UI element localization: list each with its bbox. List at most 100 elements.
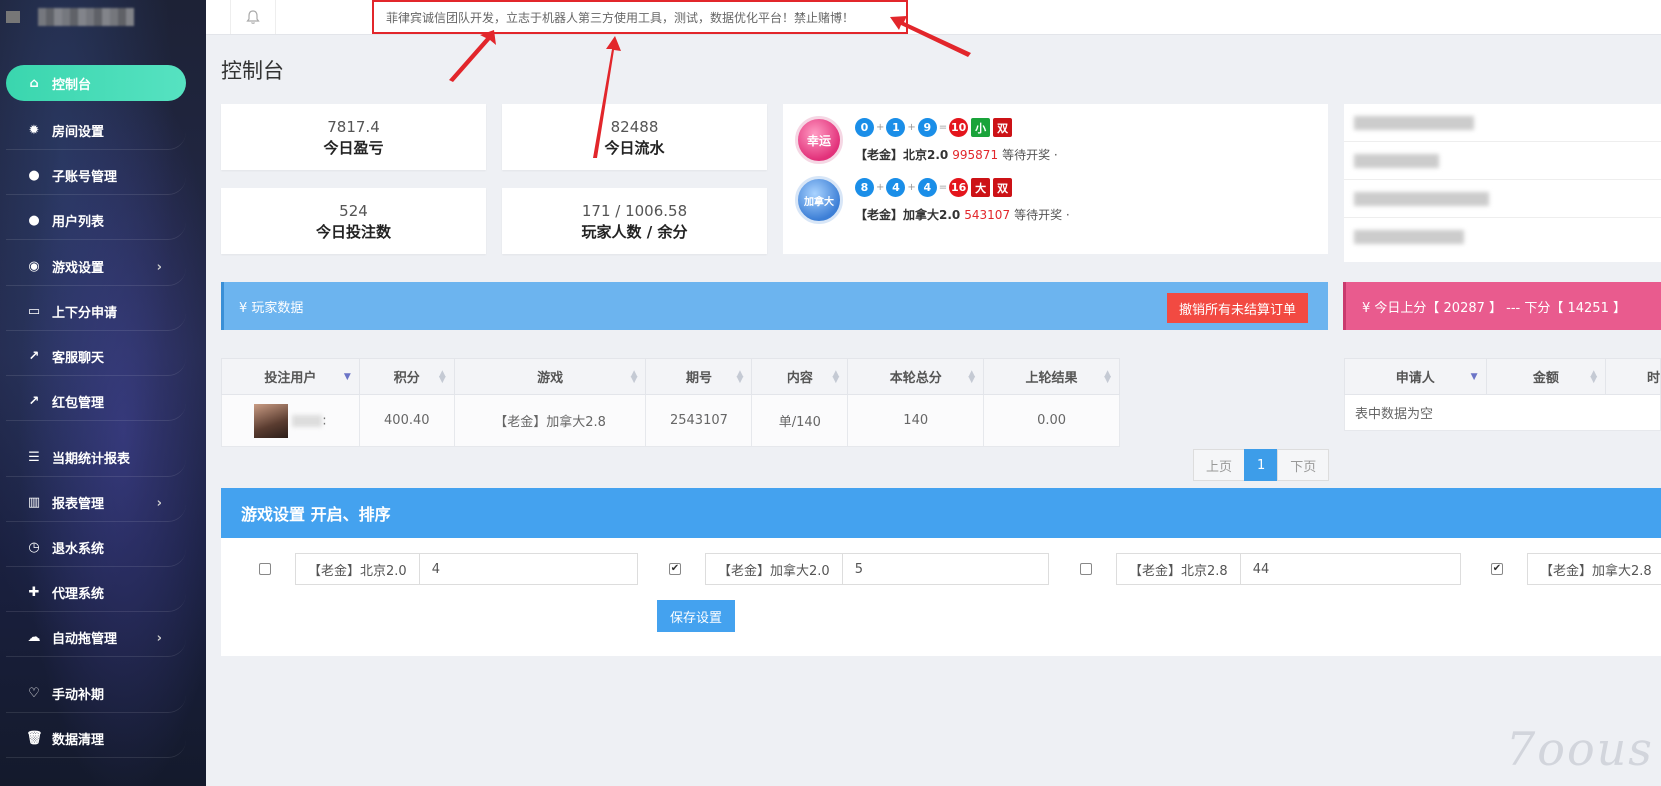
sidebar-item-label: 房间设置 [52,125,105,140]
sidebar-item-dashboard[interactable]: ⌂ 控制台 [6,65,186,101]
stat-value: 171 / 1006.58 [581,202,688,220]
sidebar-item-agents[interactable]: ✚ 代理系统 [6,574,186,612]
player-data-header: ¥ 玩家数据 撤销所有未结算订单 [221,282,1328,330]
sidebar-item-room-settings[interactable]: ✹ 房间设置 [6,112,186,150]
result-sum: 16 [949,178,969,197]
lottery-balls: 8 + 4 + 4 = 16 大 双 [855,178,1013,197]
column-header[interactable]: 积分 ▲ ▼ [358,358,455,395]
stat-value: 7817.4 [327,118,380,136]
lottery-name: 【老金】加拿大2.0 [855,208,961,222]
sort-icon: ▲ ▼ [736,369,744,385]
top-bar: 菲律宾诚信团队开发，立志于机器人第三方使用工具，测试，数据优化平台！禁止赌博！ [206,0,1661,35]
sidebar-item-user-list[interactable]: ● 用户列表 [6,202,186,240]
game-settings-header: 游戏设置 开启、排序 [221,488,1661,538]
table-row[interactable]: : 400.40 【老金】加拿大2.8 2543107 单/140 140 0.… [221,394,1120,447]
avatar [254,403,289,438]
enable-checkbox[interactable] [259,563,271,575]
sort-icon: ▲ ▼ [832,369,840,385]
cancel-unsettled-orders-button[interactable]: 撤销所有未结算订单 [1166,293,1308,323]
save-settings-button[interactable]: 保存设置 [657,600,735,632]
sort-icon: ▲ ▼ [630,369,638,385]
column-header[interactable]: 上轮结果 ▲ ▼ [983,358,1120,395]
sort-order-input[interactable]: 44 [1240,553,1461,585]
sidebar-item-label: 子账号管理 [52,170,118,185]
sidebar-item-data-cleanup[interactable]: 🗑 数据清理 [6,720,186,758]
stat-today-bets: 524 今日投注数 [221,188,486,254]
panel-title: ¥ 今日上分【 20287 】 --- 下分【 14251 】 [1362,300,1626,316]
sidebar-item-updown-requests[interactable]: ▭ 上下分申请 [6,293,186,331]
sidebar-item-subaccounts[interactable]: ● 子账号管理 [6,157,186,195]
game-name: 【老金】加拿大2.0 [705,553,843,585]
lottery-row: 幸运 0 + 1 + 9 = 10 小 双 【老金】北京2.0 995871 等待开… [795,116,1315,168]
empty-row: 表中数据为空 [1344,394,1661,431]
red-arrow-annotation [449,30,496,82]
notice-banner: 菲律宾诚信团队开发，立志于机器人第三方使用工具，测试，数据优化平台！禁止赌博！ [372,0,908,34]
plus-sign: + [876,182,885,193]
player-data-table: 投注用户 ▼ 积分 ▲ ▼ 游戏 ▲ ▼ 期号 ▲ ▼ 内容 ▲ ▼ 本轮总分 ▲ ▼ 上轮结果 ▲ ▼ … [221,358,1120,447]
game-name: 【老金】加拿大2.8 [1527,553,1661,585]
column-header[interactable]: 游戏 ▲ ▼ [453,358,647,395]
stat-label: 今日盈亏 [323,139,384,157]
watermark-logo: 7oous [1506,722,1654,776]
logo-text-blurred [38,8,134,26]
result-ball: 0 [855,118,874,137]
column-header[interactable]: 本轮总分 ▲ ▼ [847,358,985,395]
pagination: 上页 1 下页 [1193,449,1330,481]
result-ball: 4 [917,178,937,197]
cell-content: 单/140 [751,394,849,447]
lottery-balls: 0 + 1 + 9 = 10 小 双 [855,118,1013,137]
equals-sign: = [938,182,948,193]
prev-page-button[interactable]: 上页 [1193,449,1246,481]
cell-game: 【老金】加拿大2.8 [453,394,647,447]
sidebar-item-support-chat[interactable]: ↗ 客服聊天 [6,338,186,376]
enable-checkbox[interactable]: ✔ [669,563,681,575]
sort-order-input[interactable]: 4 [419,553,638,585]
lottery-info: 【老金】加拿大2.0 543107 等待开奖 · [855,206,1070,223]
sidebar-item-label: 手动补期 [52,688,105,703]
page-1-button[interactable]: 1 [1244,449,1279,481]
sidebar-item-reports[interactable]: ▥ 报表管理 › [6,484,186,522]
sidebar-item-rebate[interactable]: ◷ 退水系统 [6,529,186,567]
cell-last-result: 0.00 [983,394,1120,447]
column-header[interactable]: 时 [1605,358,1661,395]
game-setting-item: 【老金】北京2.8 44 [1080,553,1461,585]
sort-icon: ▲ ▼ [438,369,446,385]
sidebar-item-label: 游戏设置 [52,261,105,276]
add-user-icon: ✚ [28,585,40,600]
stat-label: 今日投注数 [315,223,391,241]
sort-order-input[interactable]: 5 [842,553,1049,585]
sidebar-item-label: 报表管理 [52,497,105,512]
column-header[interactable]: 申请人 ▼ [1344,358,1487,395]
logo[interactable] [0,0,206,34]
enable-checkbox[interactable]: ✔ [1491,563,1503,575]
username-blurred [292,414,323,427]
column-header[interactable]: 内容 ▲ ▼ [751,358,849,395]
plus-sign: + [907,122,916,133]
sidebar-item-auto-manage[interactable]: ☁ 自动拖管理 › [6,619,186,657]
lottery-status: 等待开奖 · [1002,148,1058,162]
user-icon: ● [28,168,40,183]
card-icon: ▭ [27,304,41,319]
result-tag: 双 [993,118,1013,137]
sidebar-item-label: 红包管理 [52,396,105,411]
list-icon: ☰ [28,450,40,465]
plus-sign: + [907,182,916,193]
result-ball: 8 [855,178,874,197]
sort-icon: ▲ ▼ [1104,369,1111,385]
sidebar-item-manual-period[interactable]: ♡ 手动补期 [6,675,186,713]
enable-checkbox[interactable] [1080,563,1092,575]
sidebar-item-label: 退水系统 [52,542,105,557]
notifications-button[interactable] [230,0,276,34]
sidebar-item-red-packets[interactable]: ↗ 红包管理 [6,383,186,421]
sidebar-item-period-report[interactable]: ☰ 当期统计报表 [6,439,186,477]
column-header[interactable]: 投注用户 ▼ [221,358,360,395]
column-header[interactable]: 金额 ▲ ▼ [1485,358,1607,395]
result-tag: 大 [971,178,991,197]
sidebar-item-game-settings[interactable]: ◉ 游戏设置 › [6,248,186,286]
next-page-button[interactable]: 下页 [1277,449,1330,481]
home-icon: ⌂ [29,75,39,91]
column-header[interactable]: 期号 ▲ ▼ [645,358,753,395]
heart-icon: ♡ [28,686,40,701]
blurred-info-card [1344,104,1661,262]
lottery-status: 等待开奖 · [1014,208,1070,222]
